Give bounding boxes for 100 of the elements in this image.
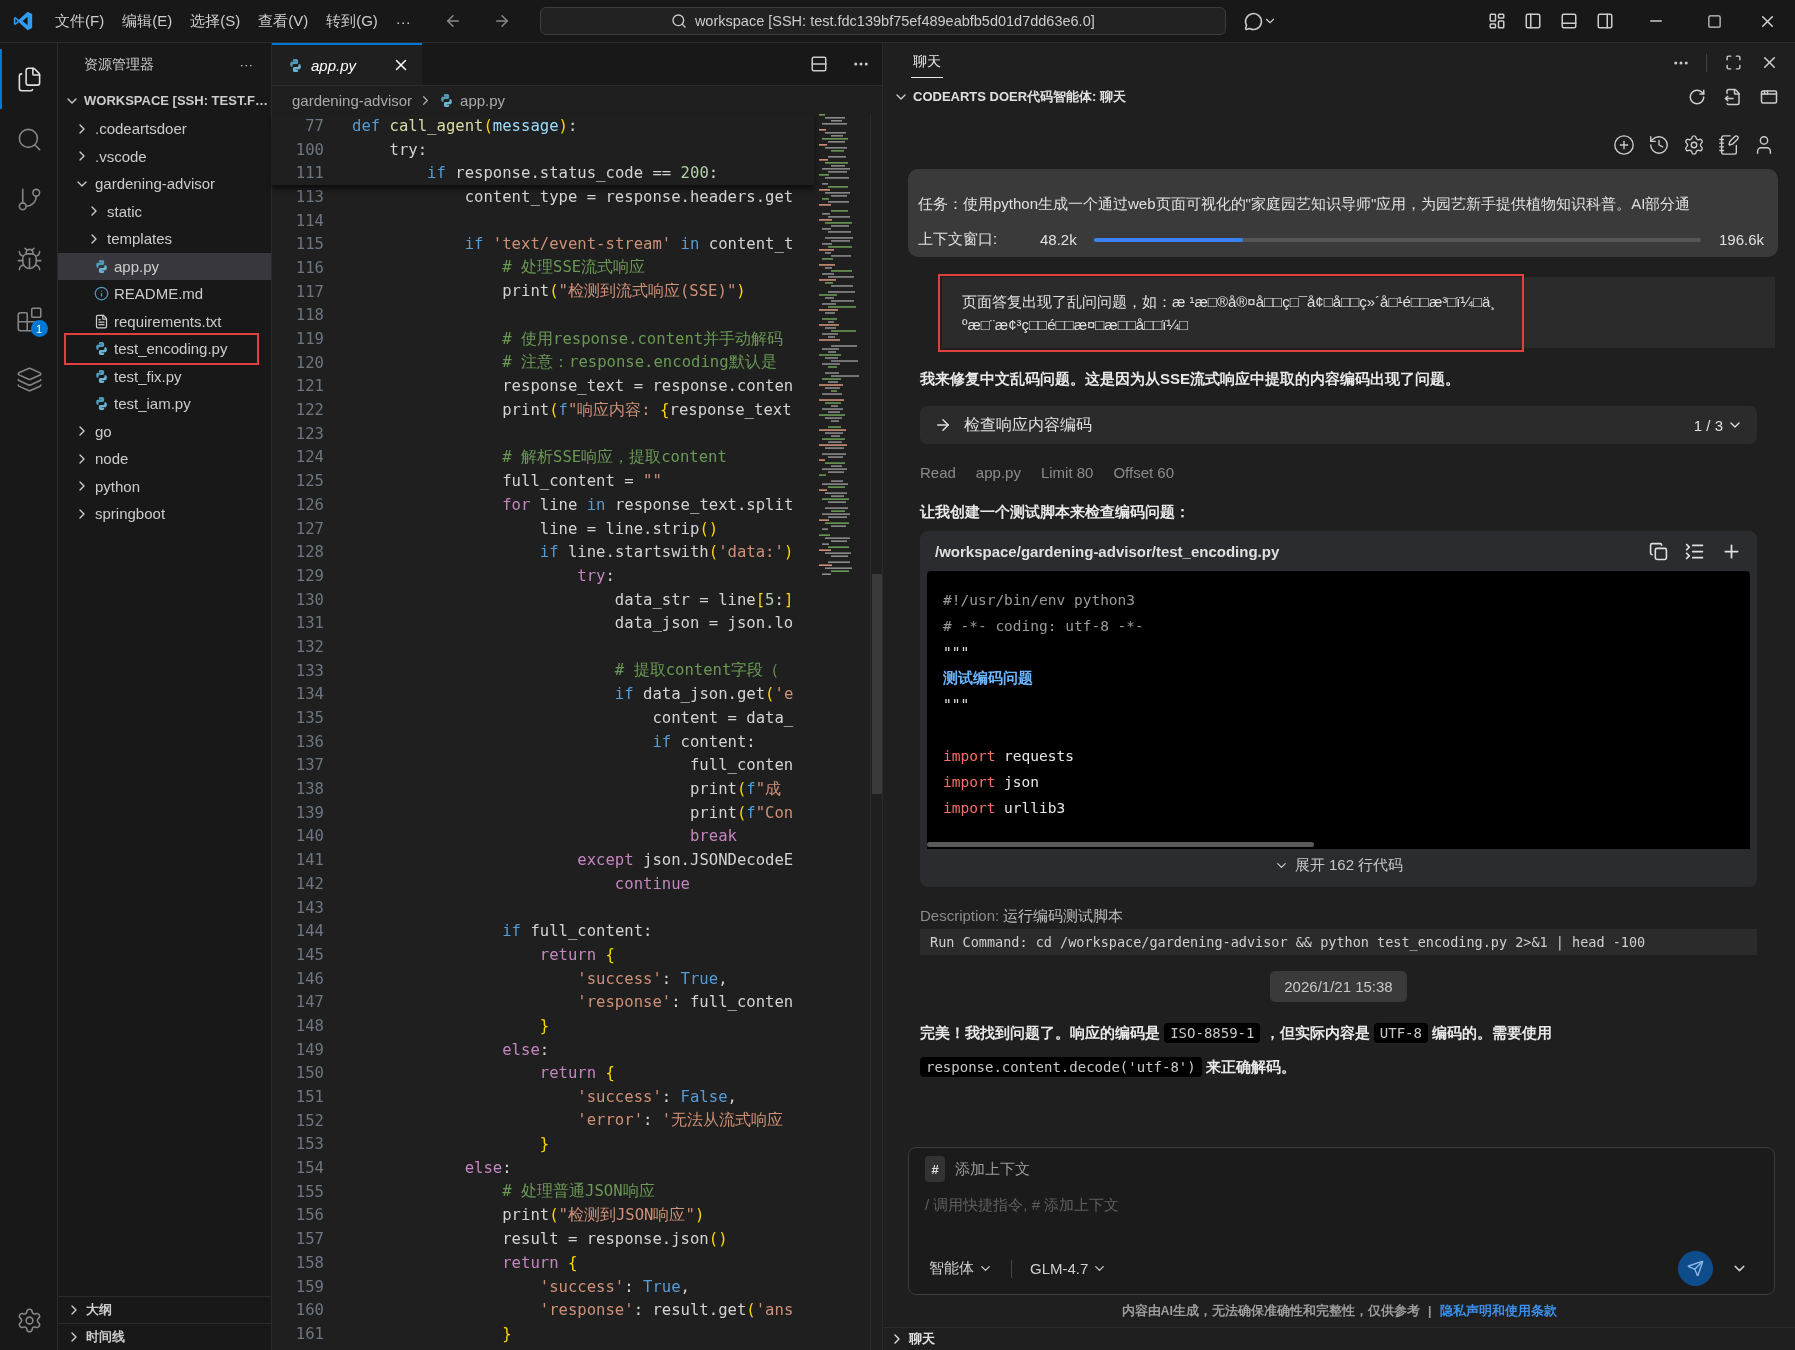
code-line: # 提取content字段（: [613, 660, 780, 682]
line-number: 122: [294, 401, 325, 420]
line-number: 159: [294, 1277, 325, 1296]
line-number: 151: [294, 1088, 325, 1107]
python-file-icon: [94, 258, 109, 274]
code-line: result = response.json(): [501, 1230, 728, 1249]
layout-icon[interactable]: [1488, 12, 1506, 30]
blocks-button[interactable]: 1: [0, 289, 58, 349]
window-icon[interactable]: [1760, 88, 1778, 106]
code-line: # 解析SSE响应，提取content: [501, 446, 727, 468]
line-number: 147: [294, 993, 325, 1012]
file-path: /workspace/gardening-advisor/test_encoding.py: [935, 542, 1280, 560]
maximize-icon[interactable]: [1707, 13, 1722, 29]
code-line: """: [943, 696, 970, 712]
line-number: 126: [294, 495, 325, 514]
python-file-icon: [94, 341, 109, 357]
line-number: 155: [294, 1182, 325, 1201]
code-line: if line.startswith('data:'): [538, 543, 794, 562]
section-header[interactable]: 大纲: [58, 1296, 271, 1323]
search-field[interactable]: workspace [SSH: test.fdc139bf75ef489eabfb5d01d7dd63e6.0]: [539, 7, 1226, 35]
code-line: import urllib3: [943, 800, 1066, 816]
line-number: 113: [294, 187, 325, 206]
new-chat-icon[interactable]: [1613, 134, 1635, 156]
panel-right-icon[interactable]: [1596, 12, 1614, 30]
code-line: if content:: [651, 732, 756, 751]
tree-item[interactable]: README.md: [58, 280, 271, 308]
tree-item[interactable]: go: [58, 417, 271, 445]
code-line: 'response': result.get('ans: [538, 1301, 794, 1320]
refresh-icon[interactable]: [1688, 88, 1706, 106]
section-header[interactable]: 时间线: [58, 1323, 271, 1350]
line-number: 142: [294, 874, 325, 893]
message-input[interactable]: / 调用快捷指令, # 添加上下文: [925, 1196, 1758, 1220]
code-line: 'success': True,: [576, 969, 728, 988]
menu-item[interactable]: 编辑(E): [113, 7, 182, 35]
python-file-icon: [288, 57, 303, 73]
tree-item[interactable]: .vscode: [58, 142, 271, 170]
editor-tab[interactable]: app.py: [272, 43, 422, 85]
breadcrumb[interactable]: app.py: [460, 91, 506, 109]
files-icon: [16, 65, 43, 93]
chat-icon[interactable]: [1243, 11, 1263, 31]
code-line: return {: [538, 1064, 615, 1083]
mode-select[interactable]: 智能体: [925, 1257, 997, 1280]
panel-bottom-icon[interactable]: [1560, 12, 1578, 30]
code-line: return {: [538, 945, 615, 964]
task-text: 任务：使用python生成一个通过web页面可视化的"家庭园艺知识导师"应用，为园艺新手提供植物知识科普。AI部分通: [918, 195, 1692, 214]
tree-item[interactable]: python: [58, 472, 271, 500]
settings-icon[interactable]: [1683, 134, 1705, 156]
panel-left-icon[interactable]: [1524, 12, 1542, 30]
timestamp: 2026/1/21 15:38: [1270, 971, 1407, 1002]
notebook-icon[interactable]: [1718, 134, 1740, 156]
line-number: 161: [294, 1324, 325, 1343]
line-number: 133: [294, 661, 325, 680]
model-select[interactable]: GLM-4.7: [1026, 1258, 1112, 1279]
tree-item[interactable]: requirements.txt: [58, 307, 271, 335]
tree-item[interactable]: test_fix.py: [58, 362, 271, 390]
line-number: 148: [294, 1016, 325, 1035]
code-line: # -*- coding: utf-8 -*-: [943, 618, 1144, 634]
breadcrumb[interactable]: gardening-advisor: [292, 91, 413, 109]
send-button[interactable]: [1678, 1251, 1713, 1286]
tree-item[interactable]: node: [58, 445, 271, 473]
code-line: data_str = line[5:]: [613, 590, 794, 609]
tree-item[interactable]: springboot: [58, 500, 271, 528]
line-number: 144: [294, 922, 325, 941]
split-editor-icon[interactable]: [810, 55, 828, 73]
tree-item[interactable]: test_encoding.py: [66, 335, 257, 363]
menu-item[interactable]: 文件(F): [46, 7, 114, 35]
menu-item[interactable]: 转到(G): [317, 7, 387, 35]
code-line: return {: [501, 1253, 578, 1272]
tree-item[interactable]: app.py: [58, 252, 271, 280]
tree-item[interactable]: static: [58, 197, 271, 225]
history-icon[interactable]: [1648, 134, 1670, 156]
context-chip[interactable]: #: [925, 1156, 945, 1182]
tree-item[interactable]: templates: [58, 225, 271, 253]
chat-tab[interactable]: 聊天: [911, 47, 943, 78]
code-line: # 处理SSE流式响应: [501, 257, 646, 279]
code-line: 'response': full_conten: [576, 993, 794, 1012]
code-line: 'success': False,: [576, 1088, 737, 1107]
privacy-link[interactable]: 隐私声明和使用条款: [1439, 1302, 1557, 1320]
code-line: def call_agent(message):: [352, 116, 578, 135]
workspace-header[interactable]: WORKSPACE [SSH: TEST.F…: [58, 86, 271, 115]
export-icon[interactable]: [1724, 88, 1742, 106]
more-actions[interactable]: ···: [239, 57, 253, 72]
line-number: 117: [294, 282, 325, 301]
tree-item[interactable]: test_iam.py: [58, 390, 271, 418]
tree-item[interactable]: gardening-advisor: [58, 170, 271, 198]
code-line: print(f"响应内容: {response_text: [501, 399, 792, 421]
code-line: print("检测到流式响应(SSE)"): [501, 281, 746, 303]
section-header[interactable]: 聊天: [883, 1327, 1795, 1350]
code-line: 'success': True,: [538, 1277, 690, 1296]
line-number: 77: [304, 116, 325, 135]
menu-item[interactable]: 选择(S): [181, 7, 250, 35]
maximize-icon[interactable]: [1725, 54, 1742, 71]
line-number: 114: [294, 211, 325, 230]
step-title: 检查响应内容编码: [964, 414, 1092, 435]
step-card[interactable]: 检查响应内容编码 1 / 3: [920, 406, 1757, 444]
menu-item[interactable]: 查看(V): [249, 7, 318, 35]
context-label: 添加上下文: [955, 1159, 1030, 1179]
tree-item[interactable]: .codeartsdoer: [58, 115, 271, 143]
menu-item[interactable]: ···: [386, 8, 420, 34]
copy-icon[interactable]: [1649, 541, 1668, 561]
